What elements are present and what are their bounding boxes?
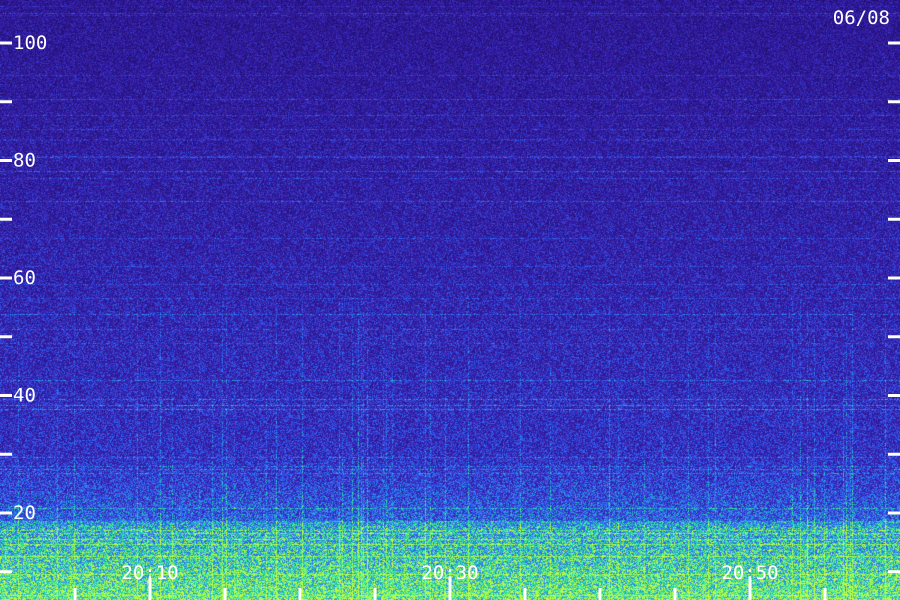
y-tick-label: 80 <box>13 150 36 172</box>
x-tick-label: 20:50 <box>721 562 778 584</box>
y-tick-label: 40 <box>13 385 36 407</box>
chart-overlay: 100 80 60 40 20 20:10 20:30 20:50 06/08 <box>0 7 900 600</box>
x-tick-label: 20:10 <box>121 562 178 584</box>
y-tick-label: 20 <box>13 502 36 524</box>
date-label: 06/08 <box>833 7 890 29</box>
y-tick-label: 60 <box>13 267 36 289</box>
y-axis: 100 80 60 40 20 <box>0 32 900 574</box>
y-tick-label: 100 <box>13 32 47 54</box>
x-axis: 20:10 20:30 20:50 <box>73 562 827 600</box>
x-tick-label: 20:30 <box>421 562 478 584</box>
